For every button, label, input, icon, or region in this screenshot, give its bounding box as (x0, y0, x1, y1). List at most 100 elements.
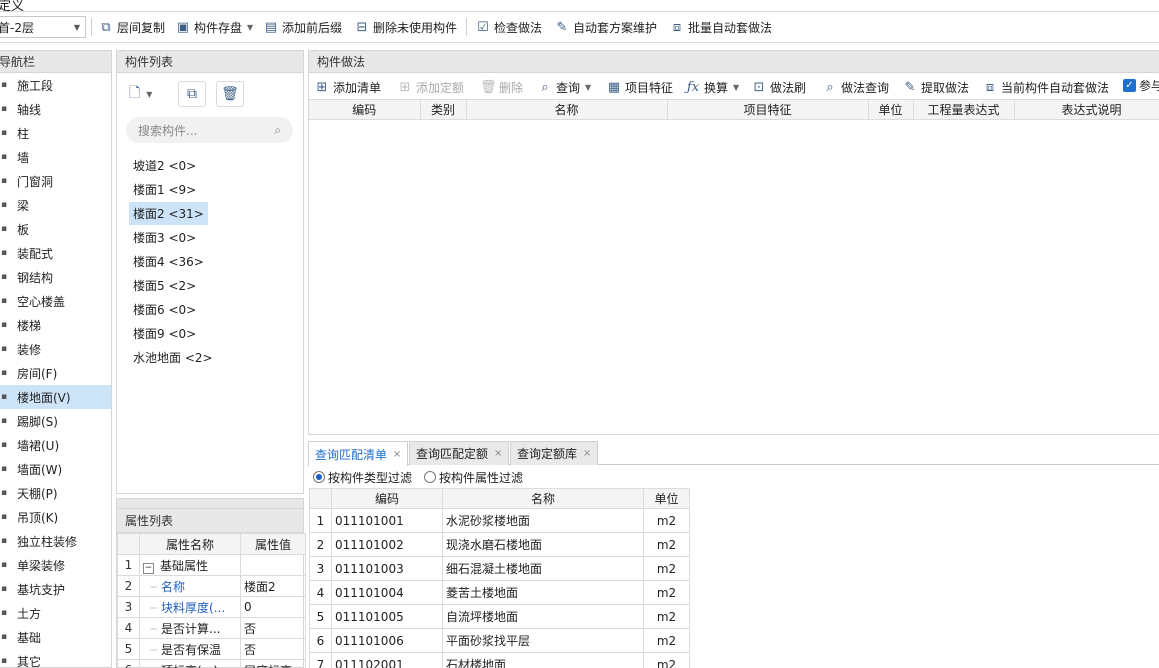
close-icon[interactable]: × (494, 448, 502, 459)
attribute-row[interactable]: 6┈ 顶标高(m)层底标高 (117, 659, 306, 668)
nav-item[interactable]: ▪ 装修 (0, 337, 111, 361)
method-col-header[interactable]: 类别 (420, 100, 467, 119)
participate-checkbox[interactable]: ✓ 参与 (1123, 77, 1159, 94)
delete-component-button[interactable]: 🗑 (216, 81, 244, 107)
nav-item[interactable]: ▪ 天棚(P) (0, 481, 111, 505)
query-icon: ⌕ (541, 80, 549, 95)
nav-item[interactable]: ▪ 施工段 (0, 73, 111, 97)
attribute-value[interactable]: 否 (240, 638, 306, 660)
attribute-row[interactable]: 2 ┈ 名称 楼面2 (117, 575, 306, 597)
check-method-button[interactable]: ☑ 检查做法 (475, 17, 542, 38)
extract-method-button[interactable]: ✎ 提取做法 (902, 77, 969, 98)
query-button[interactable]: ⌕ 查询 ▼ (537, 77, 591, 98)
attribute-row[interactable]: 4 ┈ 是否计算... 否 (117, 617, 306, 639)
close-icon[interactable]: × (583, 448, 591, 459)
table-row[interactable]: 1 011101001 水泥砂浆楼地面 m2 (309, 508, 690, 533)
method-col-header[interactable]: 项目特征 (667, 100, 869, 119)
method-col-header[interactable]: 工程量表达式 (913, 100, 1015, 119)
component-search-input[interactable]: 搜索构件... ⌕ (126, 117, 293, 143)
delete-button[interactable]: 🗑 删除 (480, 77, 523, 98)
nav-item[interactable]: ▪ 基坑支护 (0, 577, 111, 601)
method-col-header[interactable]: 编码 (309, 100, 421, 119)
nav-item-label: 墙裙(U) (17, 438, 60, 453)
save-component-button[interactable]: ▣ 构件存盘 ▼ (175, 17, 253, 38)
nav-item[interactable]: ▪ 墙 (0, 145, 111, 169)
nav-item[interactable]: ▪ 独立柱装修 (0, 529, 111, 553)
method-brush-button[interactable]: ⊡ 做法刷 (751, 77, 806, 98)
method-col-header[interactable]: 名称 (466, 100, 668, 119)
attribute-value[interactable] (240, 554, 306, 576)
component-item[interactable]: 坡道2 <0> (117, 153, 303, 177)
nav-item[interactable]: ▪ 门窗洞 (0, 169, 111, 193)
attribute-value[interactable]: 层底标高 (240, 659, 306, 668)
nav-item[interactable]: ▪ 柱 (0, 121, 111, 145)
method-query-button[interactable]: ⌕ 做法查询 (822, 77, 889, 98)
floor-select[interactable]: 首-2层 ▼ (0, 16, 86, 38)
attribute-row[interactable]: 3 ┈ 块料厚度(... 0 (117, 596, 306, 618)
nav-item[interactable]: ▪ 吊顶(K) (0, 505, 111, 529)
nav-item[interactable]: ▪ 墙裙(U) (0, 433, 111, 457)
nav-item[interactable]: ▪ 踢脚(S) (0, 409, 111, 433)
nav-item[interactable]: ▪ 装配式 (0, 241, 111, 265)
row-number: 1 (309, 508, 332, 533)
auto-apply-current-button[interactable]: ⧈ 当前构件自动套做法 (982, 77, 1109, 98)
collapse-icon[interactable]: − (143, 562, 154, 574)
method-col-header[interactable]: 表达式说明 (1014, 100, 1159, 119)
attribute-name: ┈ 是否有保温 (139, 638, 241, 660)
nav-item[interactable]: ▪ 梁 (0, 193, 111, 217)
table-row[interactable]: 3 011101003 细石混凝土楼地面 m2 (309, 556, 690, 581)
nav-item[interactable]: ▪ 板 (0, 217, 111, 241)
filter-by-type-radio[interactable]: 按构件类型过滤 (313, 469, 412, 486)
component-item[interactable]: 楼面4 <36> (117, 249, 303, 273)
copy-component-button[interactable]: ⧉ (178, 81, 206, 107)
tab-query-quota-library[interactable]: 查询定额库 × (510, 441, 599, 465)
nav-item[interactable]: ▪ 钢结构 (0, 265, 111, 289)
component-item[interactable]: 楼面6 <0> (117, 297, 303, 321)
close-icon[interactable]: × (393, 449, 401, 460)
auto-scheme-maintain-button[interactable]: ✎ 自动套方案维护 (554, 17, 657, 38)
nav-item[interactable]: ▪ 空心楼盖 (0, 289, 111, 313)
table-row[interactable]: 5 011101005 自流坪楼地面 m2 (309, 604, 690, 629)
delete-unused-button[interactable]: ⊟ 删除未使用构件 (354, 17, 457, 38)
copy-between-floors-button[interactable]: ⧉ 层间复制 (98, 17, 165, 38)
component-item[interactable]: 水池地面 <2> (117, 345, 303, 369)
convert-button[interactable]: ƒx 换算 ▼ (685, 77, 739, 98)
nav-item[interactable]: ▪ 单梁装修 (0, 553, 111, 577)
nav-item[interactable]: ▪ 其它 (0, 649, 111, 668)
trash-icon: 🗑 (480, 80, 497, 95)
tab-query-match-quota[interactable]: 查询匹配定额 × (409, 441, 510, 465)
method-col-header[interactable]: 单位 (868, 100, 914, 119)
new-component-button[interactable]: 🗋 ▼ (129, 81, 169, 107)
nav-item[interactable]: ▪ 墙面(W) (0, 457, 111, 481)
attribute-value[interactable]: 0 (240, 596, 306, 618)
component-item[interactable]: 楼面2 <31> (117, 201, 303, 225)
table-row[interactable]: 7 011102001 石材楼地面 m2 (309, 652, 690, 668)
nav-item[interactable]: ▪ 基础 (0, 625, 111, 649)
tab-query-match-list[interactable]: 查询匹配清单 × (308, 441, 409, 466)
nav-item[interactable]: ▪ 房间(F) (0, 361, 111, 385)
nav-item[interactable]: ▪ 楼地面(V) (0, 385, 111, 409)
row-code: 011101003 (331, 556, 443, 581)
attribute-value[interactable]: 否 (240, 617, 306, 639)
component-item[interactable]: 楼面5 <2> (117, 273, 303, 297)
filter-by-attribute-radio[interactable]: 按构件属性过滤 (424, 469, 523, 486)
component-item-label: 楼面5 <2> (133, 278, 197, 293)
component-item[interactable]: 楼面1 <9> (117, 177, 303, 201)
add-prefix-suffix-button[interactable]: ▤ 添加前后缀 (263, 17, 342, 38)
add-quota-button[interactable]: ⊞ 添加定额 (397, 77, 464, 98)
component-item[interactable]: 楼面3 <0> (117, 225, 303, 249)
attribute-value[interactable]: 楼面2 (240, 575, 306, 597)
attribute-row[interactable]: 1− 基础属性 (117, 554, 306, 576)
table-row[interactable]: 2 011101002 现浇水磨石楼地面 m2 (309, 532, 690, 557)
nav-item[interactable]: ▪ 轴线 (0, 97, 111, 121)
table-row[interactable]: 6 011101006 平面砂浆找平层 m2 (309, 628, 690, 653)
batch-auto-method-button[interactable]: ⧈ 批量自动套做法 (669, 17, 772, 38)
add-list-button[interactable]: ⊞ 添加清单 (314, 77, 381, 98)
nav-item[interactable]: ▪ 土方 (0, 601, 111, 625)
table-row[interactable]: 4 011101004 菱苦土楼地面 m2 (309, 580, 690, 605)
item-feature-button[interactable]: ▦ 项目特征 (606, 77, 673, 98)
component-item[interactable]: 楼面9 <0> (117, 321, 303, 345)
panel-splitter[interactable] (117, 499, 303, 509)
nav-item[interactable]: ▪ 楼梯 (0, 313, 111, 337)
attribute-row[interactable]: 5 ┈ 是否有保温否 (117, 638, 306, 660)
